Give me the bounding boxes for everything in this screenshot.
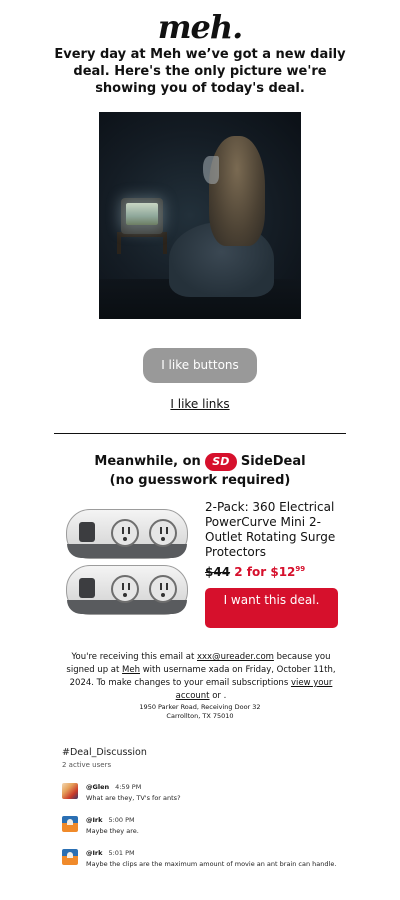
hero-tv-stand [117,232,167,254]
deal-image[interactable] [99,112,301,319]
comment-time: 4:59 PM [115,783,142,791]
mailing-address: 1950 Parker Road, Receiving Door 32 Carr… [0,703,400,721]
sidedeal-heading-line1: Meanwhile, on SD SideDeal [0,452,400,471]
meh-link[interactable]: Meh [122,665,140,675]
outlet-icon [149,575,177,603]
comment: @Irk 5:01 PM Maybe the clips are the maxi… [62,849,362,873]
sidedeal-logo-icon[interactable]: SD [204,452,237,471]
old-price: $44 [205,565,231,579]
product-image[interactable] [62,505,192,625]
hero-tv-screen [126,203,158,225]
surge-protector-top [66,509,188,559]
comment-text: Maybe the clips are the maximum amount o… [86,860,337,868]
i-like-links-link[interactable]: I like links [170,397,229,411]
comment: @Glen 4:59 PM What are they, TV's for ant… [62,783,362,807]
usb-port-icon [79,578,95,598]
i-like-buttons-button[interactable]: I like buttons [143,348,257,383]
sidedeal-brand: SideDeal [240,454,306,469]
comment-meta: @Irk 5:01 PM [86,849,135,857]
i-like-links-row: I like links [0,397,400,411]
comment-time: 5:01 PM [108,849,135,857]
comment-text: Maybe they are. [86,827,139,835]
discussion-heading[interactable]: #Deal_Discussion [62,747,362,758]
address-line1: 1950 Parker Road, Receiving Door 32 [139,703,261,711]
product-title[interactable]: 2-Pack: 360 Electrical PowerCurve Mini 2… [205,500,345,560]
divider [54,433,346,434]
sidedeal-heading-line2: (no guesswork required) [109,473,291,488]
price: $44 2 for $1299 [205,565,305,579]
comment-text: What are they, TV's for ants? [86,794,181,802]
usb-port-icon [79,522,95,542]
surge-protector-bottom [66,565,188,615]
sidedeal-prefix: Meanwhile, on [94,454,201,469]
avatar[interactable] [62,783,78,799]
hero-girl-face [203,156,219,184]
new-price: 2 for $1299 [234,565,305,579]
want-this-deal-button[interactable]: I want this deal. [205,588,338,628]
sidedeal-heading: Meanwhile, on SD SideDeal (no guesswork … [0,452,400,490]
avatar[interactable] [62,849,78,865]
outlet-icon [111,519,139,547]
email-link[interactable]: xxx@ureader.com [197,652,274,662]
comment-user[interactable]: @Irk [86,816,102,824]
subscription-notice: You're receiving this email at xxx@uread… [60,651,342,703]
new-price-dollars: 12 [278,565,296,579]
comment-time: 5:00 PM [108,816,135,824]
outlet-icon [111,575,139,603]
avatar[interactable] [62,816,78,832]
comment-meta: @Irk 5:00 PM [86,816,135,824]
active-users-count: 2 active users [62,761,112,769]
footer-text-1: You're receiving this email at [71,652,197,662]
new-price-cents: 99 [295,565,306,573]
footer-text-4: or . [209,691,227,701]
meh-logo[interactable]: meh. [0,8,400,46]
outlet-icon [149,519,177,547]
comment-user[interactable]: @Irk [86,849,102,857]
deal-discussion: #Deal_Discussion 2 active users [62,747,362,769]
address-line2: Carrollton, TX 75010 [166,712,234,720]
hero-girl-hair [209,136,265,246]
comment-meta: @Glen 4:59 PM [86,783,141,791]
comment-user[interactable]: @Glen [86,783,109,791]
comment: @Irk 5:00 PM Maybe they are. [62,816,362,840]
headline: Every day at Meh we’ve got a new daily d… [54,47,346,96]
new-price-prefix: 2 for $ [234,565,279,579]
hero-tv [121,198,163,234]
